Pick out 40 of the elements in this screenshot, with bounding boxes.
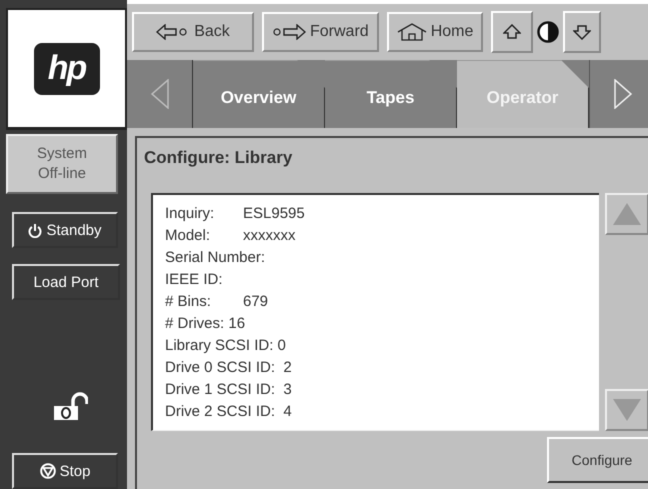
down-triangle-icon (612, 398, 642, 422)
stop-icon (40, 463, 56, 479)
info-line: # Drives: 16 (165, 314, 246, 334)
contrast-icon (537, 21, 560, 43)
field-label: # Bins: (165, 292, 212, 312)
standby-button[interactable]: Standby (12, 212, 118, 248)
field-value: xxxxxxx (243, 226, 296, 246)
info-line: IEEE ID: (165, 270, 223, 290)
up-triangle-icon (612, 202, 642, 226)
tab[interactable]: Tapes (325, 60, 457, 128)
info-line: Serial Number: (165, 248, 266, 268)
forward-button[interactable]: Forward (262, 12, 379, 52)
field-label: Model: (165, 226, 212, 246)
scroll-up-button[interactable] (605, 193, 648, 235)
house-icon (396, 23, 427, 41)
panel-title: Configure: Library (144, 148, 294, 168)
down-arrow-icon (573, 24, 592, 40)
brightness-down-button[interactable] (563, 11, 602, 53)
left-triangle-icon (150, 79, 170, 109)
load-port-button[interactable]: Load Port (12, 264, 120, 300)
info-line: Library SCSI ID: 0 (165, 336, 286, 356)
scroll-down-button[interactable] (605, 389, 648, 431)
hp-logo: hp (34, 42, 100, 94)
brightness-up-button[interactable] (491, 11, 534, 53)
tab[interactable]: Overview (193, 60, 325, 128)
info-line: Drive 2 SCSI ID: 4 (165, 402, 292, 422)
right-arrow-icon (272, 24, 306, 40)
info-line: Drive 1 SCSI ID: 3 (165, 380, 292, 400)
power-icon (28, 222, 42, 238)
back-button[interactable]: Back (132, 12, 254, 52)
up-arrow-icon (503, 24, 522, 40)
field-value: 679 (243, 292, 268, 312)
info-line: Drive 0 SCSI ID: 2 (165, 358, 292, 378)
configure-button[interactable]: Configure (547, 437, 648, 483)
stop-button[interactable]: Stop (12, 453, 118, 489)
right-triangle-icon (612, 79, 632, 109)
field-label: Inquiry: (165, 204, 216, 224)
system-status: System Off-line (6, 134, 118, 194)
field-value: ESL9595 (243, 204, 305, 224)
home-button[interactable]: Home (386, 12, 484, 52)
